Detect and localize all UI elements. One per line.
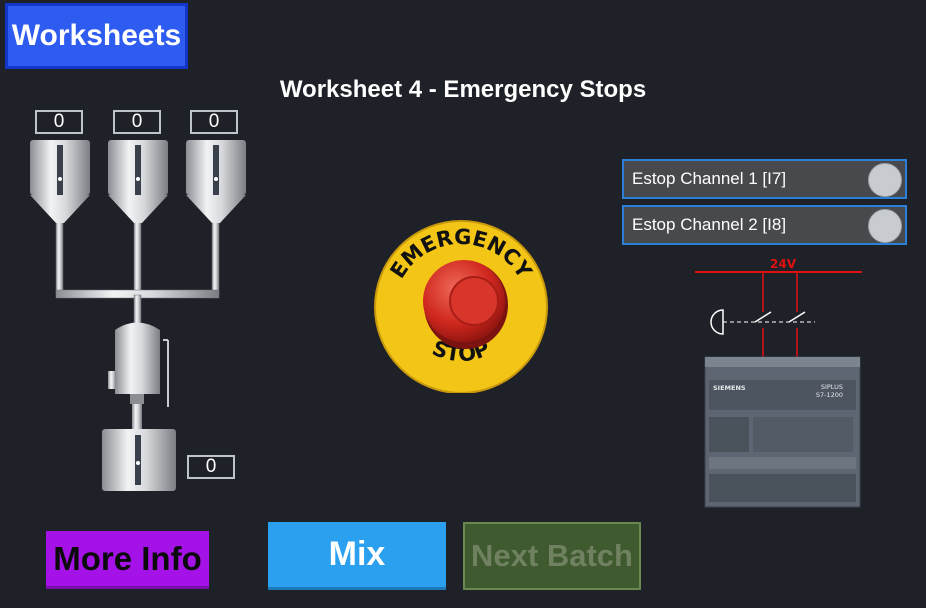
estop-channel-1-indicator xyxy=(868,163,902,197)
output-tank xyxy=(102,429,176,491)
supply-tank-3 xyxy=(186,140,246,223)
mixing-tanks-diagram xyxy=(30,140,246,491)
worksheets-button[interactable]: Worksheets xyxy=(5,3,188,69)
estop-channel-2[interactable]: Estop Channel 2 [I8] xyxy=(622,205,907,245)
plc-wiring-diagram: 24V SIEMENS SIPLUS S7-1200 xyxy=(695,257,862,508)
voltage-label: 24V xyxy=(770,257,797,271)
tank1-value: 0 xyxy=(35,110,83,134)
estop-channel-1[interactable]: Estop Channel 1 [I7] xyxy=(622,159,907,199)
supply-tank-1 xyxy=(30,140,90,223)
plc-unit: SIEMENS SIPLUS S7-1200 xyxy=(704,356,861,508)
estop-channel-2-indicator xyxy=(868,209,902,243)
mixer-vessel xyxy=(108,322,169,432)
estop-channel-1-label: Estop Channel 1 [I7] xyxy=(632,169,787,188)
page-title: Worksheet 4 - Emergency Stops xyxy=(279,76,647,103)
svg-text:S7-1200: S7-1200 xyxy=(816,391,843,399)
emergency-stop-button[interactable]: EMERGENCY STOP xyxy=(372,215,550,393)
mix-button[interactable]: Mix xyxy=(268,522,446,590)
more-info-button[interactable]: More Info xyxy=(46,531,209,589)
supply-tank-2 xyxy=(108,140,168,223)
estop-channel-2-label: Estop Channel 2 [I8] xyxy=(632,215,787,234)
next-batch-button[interactable]: Next Batch xyxy=(463,522,641,590)
estop-symbol-icon xyxy=(710,309,724,335)
tank2-value: 0 xyxy=(113,110,161,134)
svg-text:SIPLUS: SIPLUS xyxy=(821,383,843,391)
svg-text:SIEMENS: SIEMENS xyxy=(713,384,746,392)
tank3-value: 0 xyxy=(190,110,238,134)
